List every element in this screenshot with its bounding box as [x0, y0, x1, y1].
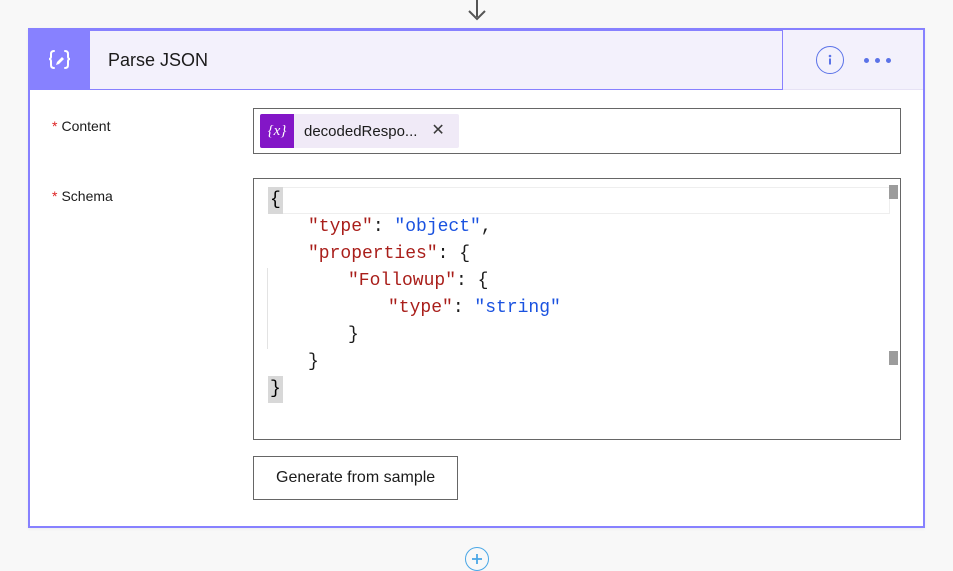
flow-arrow-down: [465, 0, 489, 30]
more-menu-button[interactable]: [864, 58, 891, 63]
schema-label-text: Schema: [61, 188, 112, 204]
parse-json-action-card: Parse JSON * Content {x}: [28, 28, 925, 528]
dot-icon: [864, 58, 869, 63]
schema-column: { "type": "object", "properties": { "Fol…: [253, 178, 901, 500]
code-text: }: [268, 376, 283, 403]
action-body: * Content {x} decodedRespo... ✕ * Schema…: [30, 90, 923, 518]
required-marker: *: [52, 188, 57, 204]
expression-token[interactable]: {x} decodedRespo... ✕: [260, 114, 459, 148]
remove-token-button[interactable]: ✕: [427, 123, 448, 139]
code-text: "string": [474, 298, 560, 318]
action-title-text: Parse JSON: [108, 50, 208, 71]
add-step-button[interactable]: [465, 547, 489, 571]
scrollbar-thumb[interactable]: [889, 185, 898, 199]
code-text: "properties": [308, 244, 438, 264]
code-text: }: [348, 325, 359, 345]
code-text: "type": [388, 298, 453, 318]
dot-icon: [886, 58, 891, 63]
content-label-text: Content: [61, 118, 110, 134]
action-header: Parse JSON: [30, 30, 923, 90]
code-text: "type": [308, 217, 373, 237]
code-text: "Followup": [348, 271, 456, 291]
action-title[interactable]: Parse JSON: [90, 30, 783, 90]
code-text: }: [308, 352, 319, 372]
braces-edit-icon: [47, 47, 73, 73]
required-marker: *: [52, 118, 57, 134]
fx-icon: {x}: [268, 123, 287, 140]
code-text: {: [268, 187, 283, 214]
content-input[interactable]: {x} decodedRespo... ✕: [253, 108, 901, 154]
schema-editor[interactable]: { "type": "object", "properties": { "Fol…: [253, 178, 901, 440]
plus-icon: [471, 553, 483, 565]
action-header-actions: [783, 30, 923, 90]
expression-token-name: decodedRespo...: [304, 123, 417, 140]
action-icon: [30, 30, 90, 90]
info-icon: [823, 53, 837, 67]
content-label: * Content: [52, 108, 247, 154]
expression-token-icon: {x}: [260, 114, 294, 148]
code-text: "object": [394, 217, 480, 237]
dot-icon: [875, 58, 880, 63]
schema-label: * Schema: [52, 178, 247, 500]
scrollbar-thumb[interactable]: [889, 351, 898, 365]
info-button[interactable]: [816, 46, 844, 74]
generate-from-sample-button[interactable]: Generate from sample: [253, 456, 458, 500]
